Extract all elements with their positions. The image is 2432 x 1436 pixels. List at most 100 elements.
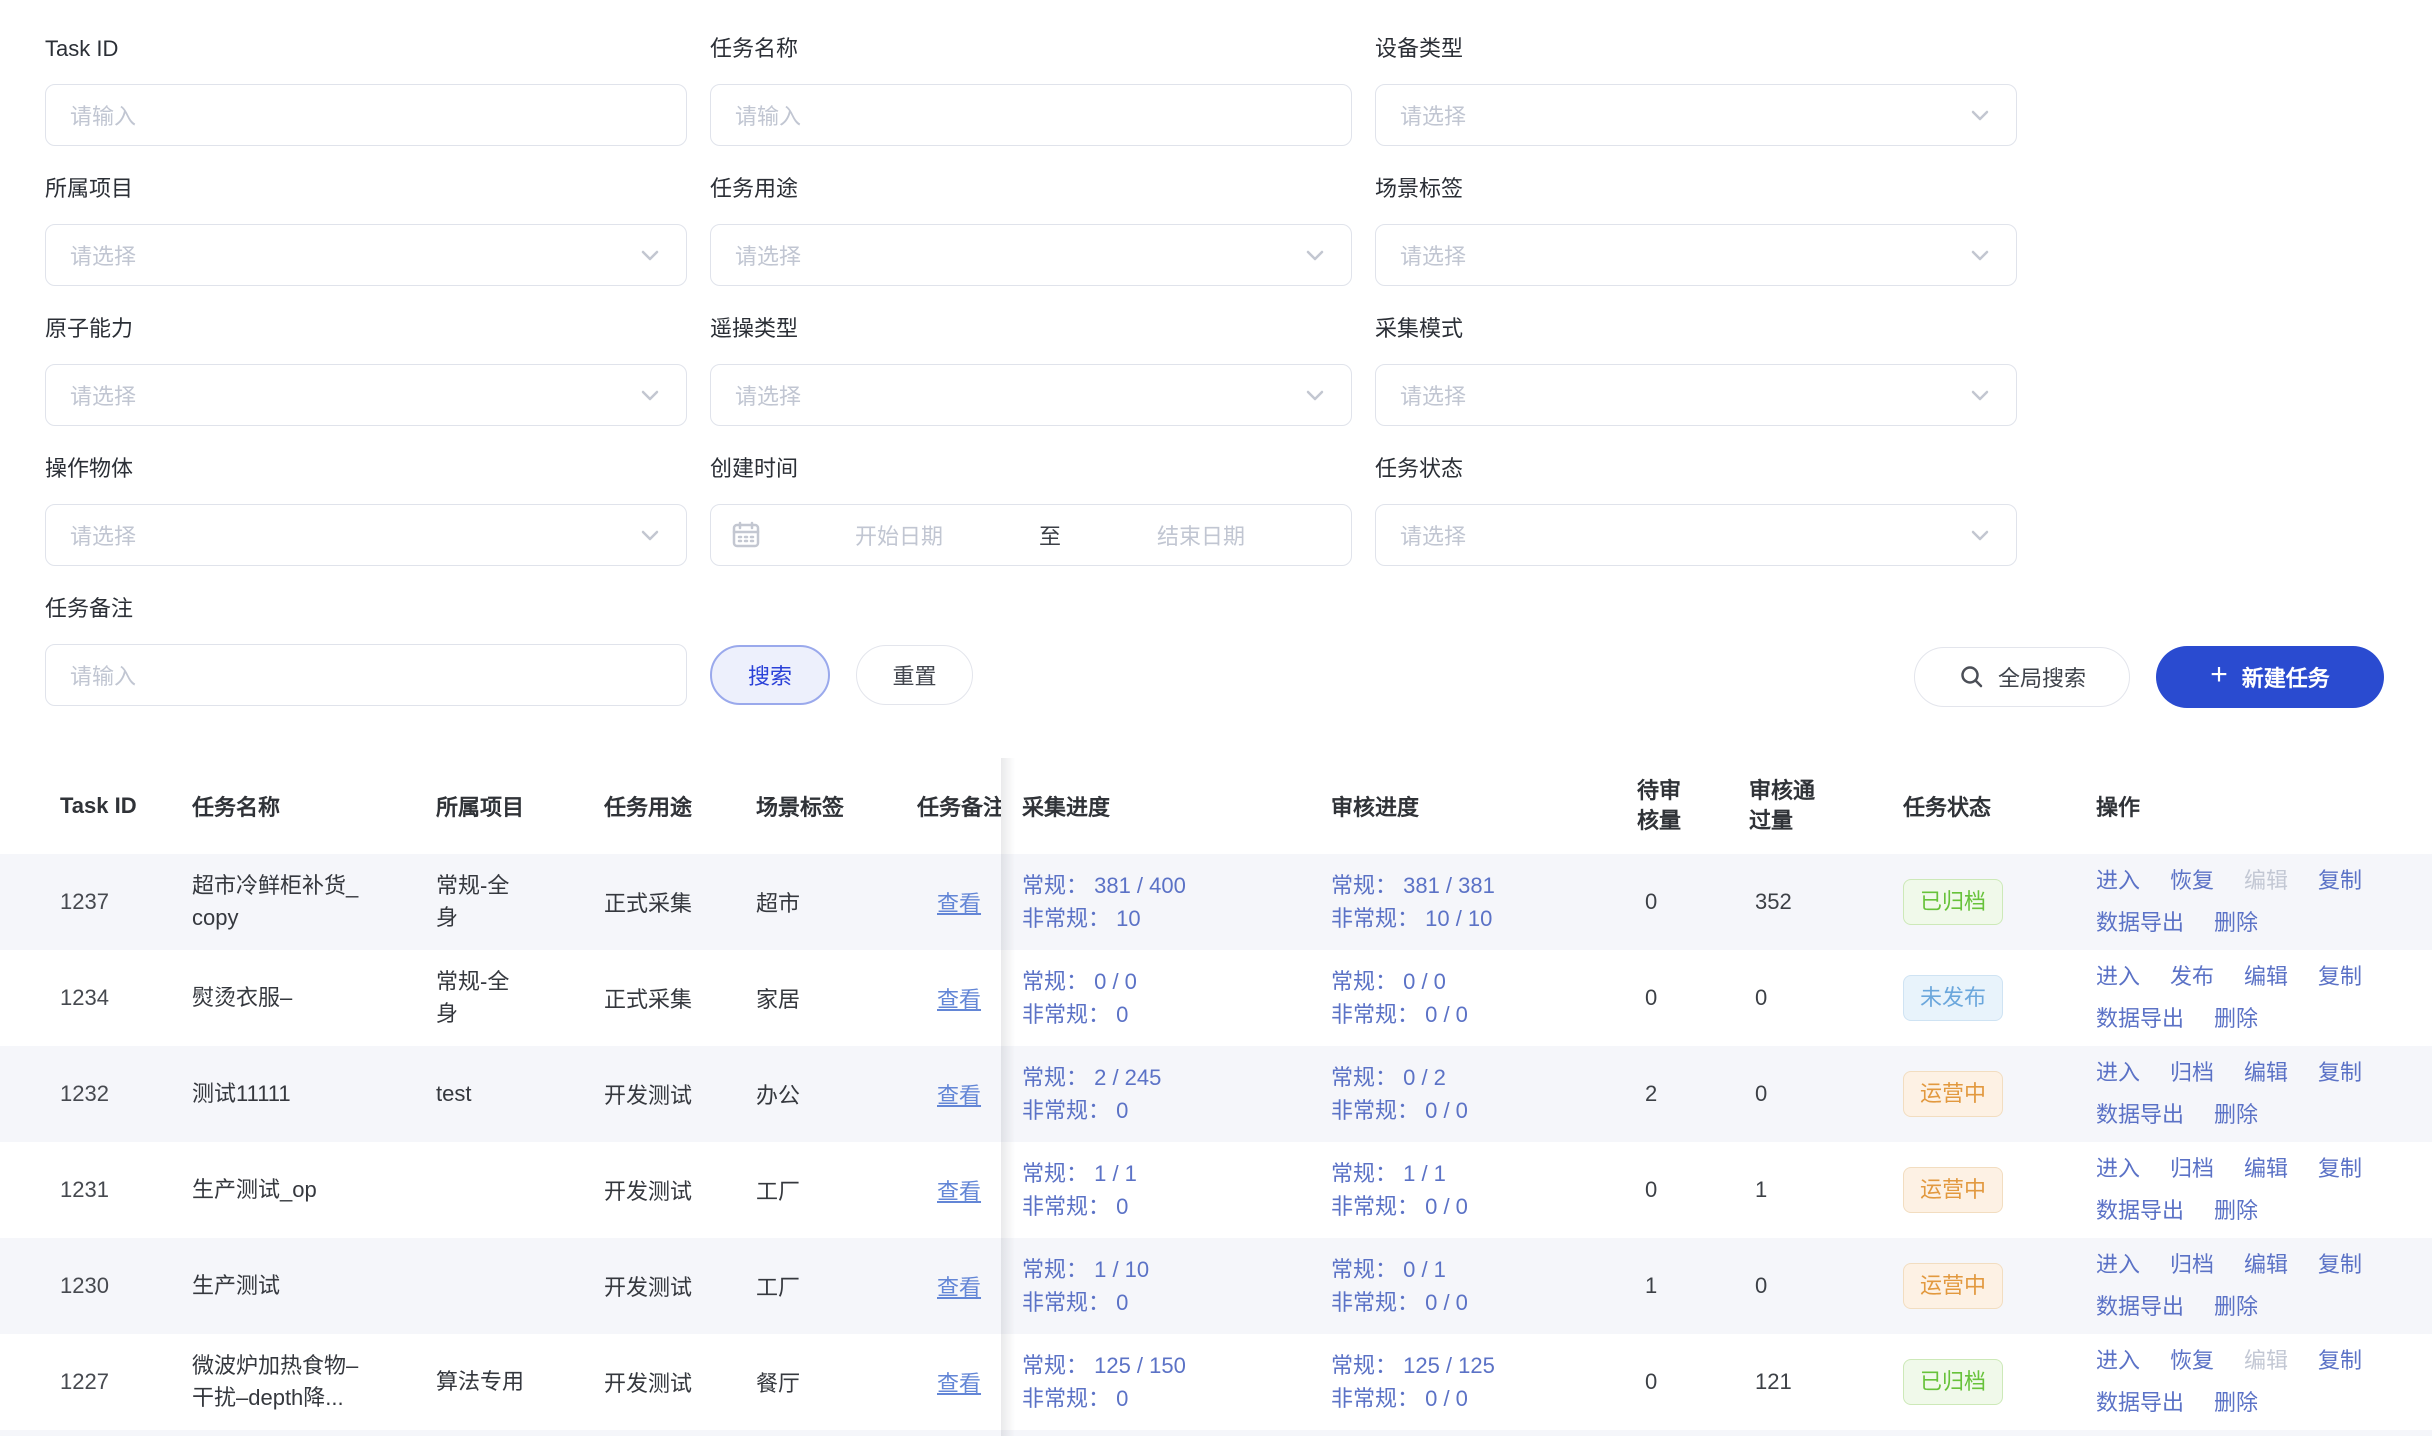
op-link[interactable]: 数据导出	[2096, 1005, 2184, 1033]
status-cell: 已归档	[1903, 1359, 2096, 1405]
object-select[interactable]: 请选择	[45, 504, 687, 566]
op-link[interactable]: 删除	[2214, 1197, 2258, 1225]
field-label: 操作物体	[45, 456, 687, 482]
op-link[interactable]: 复制	[2318, 867, 2362, 895]
toolbar: 全局搜索 + 新建任务	[1914, 646, 2384, 708]
op-link[interactable]: 复制	[2318, 1347, 2362, 1375]
filter-field-device-type: 设备类型 请选择	[1375, 36, 2017, 146]
op-link[interactable]: 归档	[2170, 1251, 2214, 1279]
op-link[interactable]: 归档	[2170, 1155, 2214, 1183]
op-link[interactable]: 数据导出	[2096, 1101, 2184, 1129]
view-link[interactable]: 查看	[937, 982, 981, 1014]
op-link[interactable]: 复制	[2318, 963, 2362, 991]
task-id-input[interactable]: 请输入	[45, 84, 687, 146]
table-row: 1232 测试11111 test 开发测试 办公 查看 常规： 2 / 245…	[0, 1046, 2432, 1142]
op-link[interactable]: 进入	[2096, 1059, 2140, 1087]
op-link[interactable]: 复制	[2318, 1059, 2362, 1087]
scene-tag-select[interactable]: 请选择	[1375, 224, 2017, 286]
review-progress-cell: 常规： 381 / 381非常规： 10 / 10	[1331, 869, 1637, 935]
op-link[interactable]: 进入	[2096, 867, 2140, 895]
approved-count-cell: 121	[1749, 1369, 1903, 1395]
op-link[interactable]: 进入	[2096, 963, 2140, 991]
approved-count-cell: 0	[1749, 985, 1903, 1011]
actions-cell: 进入恢复编辑复制数据导出删除	[2096, 1347, 2432, 1417]
op-link[interactable]: 恢复	[2170, 1347, 2214, 1375]
task-id-cell: 1232	[60, 1081, 192, 1107]
approved-count-cell: 1	[1749, 1177, 1903, 1203]
op-link[interactable]: 进入	[2096, 1155, 2140, 1183]
project-cell: 常规-全身	[436, 870, 604, 934]
op-link[interactable]: 编辑	[2244, 963, 2288, 991]
op-link[interactable]: 编辑	[2244, 1251, 2288, 1279]
view-link[interactable]: 查看	[937, 886, 981, 918]
plus-icon: +	[2210, 660, 2228, 690]
view-link[interactable]: 查看	[937, 1174, 981, 1206]
filter-actions: 搜索 重置	[710, 645, 1352, 706]
pending-count-cell: 0	[1637, 1177, 1749, 1203]
view-link[interactable]: 查看	[937, 1078, 981, 1110]
op-link[interactable]: 数据导出	[2096, 1293, 2184, 1321]
op-link[interactable]: 编辑	[2244, 1155, 2288, 1183]
op-link[interactable]: 进入	[2096, 1251, 2140, 1279]
op-link[interactable]: 删除	[2214, 1005, 2258, 1033]
purpose-select[interactable]: 请选择	[710, 224, 1352, 286]
chevron-down-icon	[1968, 383, 1992, 407]
view-link[interactable]: 查看	[937, 1270, 981, 1302]
op-link[interactable]: 恢复	[2170, 867, 2214, 895]
op-link[interactable]: 数据导出	[2096, 1389, 2184, 1417]
global-search-button[interactable]: 全局搜索	[1914, 647, 2130, 707]
scene-cell: 超市	[756, 886, 917, 918]
op-link[interactable]: 进入	[2096, 1347, 2140, 1375]
reset-button[interactable]: 重置	[856, 645, 973, 705]
table-row: 1227 微波炉加热食物–干扰–depth降... 算法专用 开发测试 餐厅 查…	[0, 1334, 2432, 1430]
filter-field-task-name: 任务名称 请输入	[710, 36, 1352, 146]
field-label: 采集模式	[1375, 316, 2017, 342]
task-status-select[interactable]: 请选择	[1375, 504, 2017, 566]
filter-field-atomic-ability: 原子能力 请选择	[45, 316, 687, 426]
op-link[interactable]: 归档	[2170, 1059, 2214, 1087]
status-cell: 未发布	[1903, 975, 2096, 1021]
op-link[interactable]: 删除	[2214, 1101, 2258, 1129]
field-label: 所属项目	[45, 176, 687, 202]
note-cell: 查看	[917, 1270, 1001, 1302]
op-link[interactable]: 删除	[2214, 1293, 2258, 1321]
end-date-input[interactable]: 结束日期	[1071, 519, 1331, 551]
teleop-type-select[interactable]: 请选择	[710, 364, 1352, 426]
op-link[interactable]: 发布	[2170, 963, 2214, 991]
op-link[interactable]: 复制	[2318, 1251, 2362, 1279]
actions-cell: 进入 归档 编辑 复制数据导出 删除	[2096, 1155, 2432, 1225]
create-task-button[interactable]: + 新建任务	[2156, 646, 2384, 708]
filter-field-project: 所属项目 请选择	[45, 176, 687, 286]
device-type-select[interactable]: 请选择	[1375, 84, 2017, 146]
op-link[interactable]: 删除	[2214, 909, 2258, 937]
filter-field-teleop-type: 遥操类型 请选择	[710, 316, 1352, 426]
search-button[interactable]: 搜索	[710, 645, 830, 705]
task-name-cell: 熨烫衣服–	[192, 982, 436, 1014]
filter-field-create-time: 创建时间 开始日期 至 结束日期	[710, 456, 1352, 566]
task-id-cell: 1230	[60, 1273, 192, 1299]
view-link[interactable]: 查看	[937, 1366, 981, 1398]
filter-field-purpose: 任务用途 请选择	[710, 176, 1352, 286]
date-range-picker[interactable]: 开始日期 至 结束日期	[710, 504, 1352, 566]
op-link[interactable]: 数据导出	[2096, 909, 2184, 937]
note-cell: 查看	[917, 1174, 1001, 1206]
op-link[interactable]: 复制	[2318, 1155, 2362, 1183]
field-label: 场景标签	[1375, 176, 2017, 202]
op-link[interactable]: 数据导出	[2096, 1197, 2184, 1225]
review-progress-cell: 常规： 0 / 1非常规： 0 / 0	[1331, 1253, 1637, 1319]
chevron-down-icon	[1303, 243, 1327, 267]
field-label: 创建时间	[710, 456, 1352, 482]
task-note-input[interactable]: 请输入	[45, 644, 687, 706]
start-date-input[interactable]: 开始日期	[769, 519, 1029, 551]
purpose-cell: 开发测试	[604, 1078, 756, 1110]
collect-mode-select[interactable]: 请选择	[1375, 364, 2017, 426]
approved-count-cell: 352	[1749, 889, 1903, 915]
project-select[interactable]: 请选择	[45, 224, 687, 286]
task-name-input[interactable]: 请输入	[710, 84, 1352, 146]
op-link[interactable]: 编辑	[2244, 1059, 2288, 1087]
atomic-ability-select[interactable]: 请选择	[45, 364, 687, 426]
op-link[interactable]: 删除	[2214, 1389, 2258, 1417]
project-cell: 算法专用	[436, 1366, 604, 1398]
field-label: 遥操类型	[710, 316, 1352, 342]
note-cell: 查看	[917, 1078, 1001, 1110]
